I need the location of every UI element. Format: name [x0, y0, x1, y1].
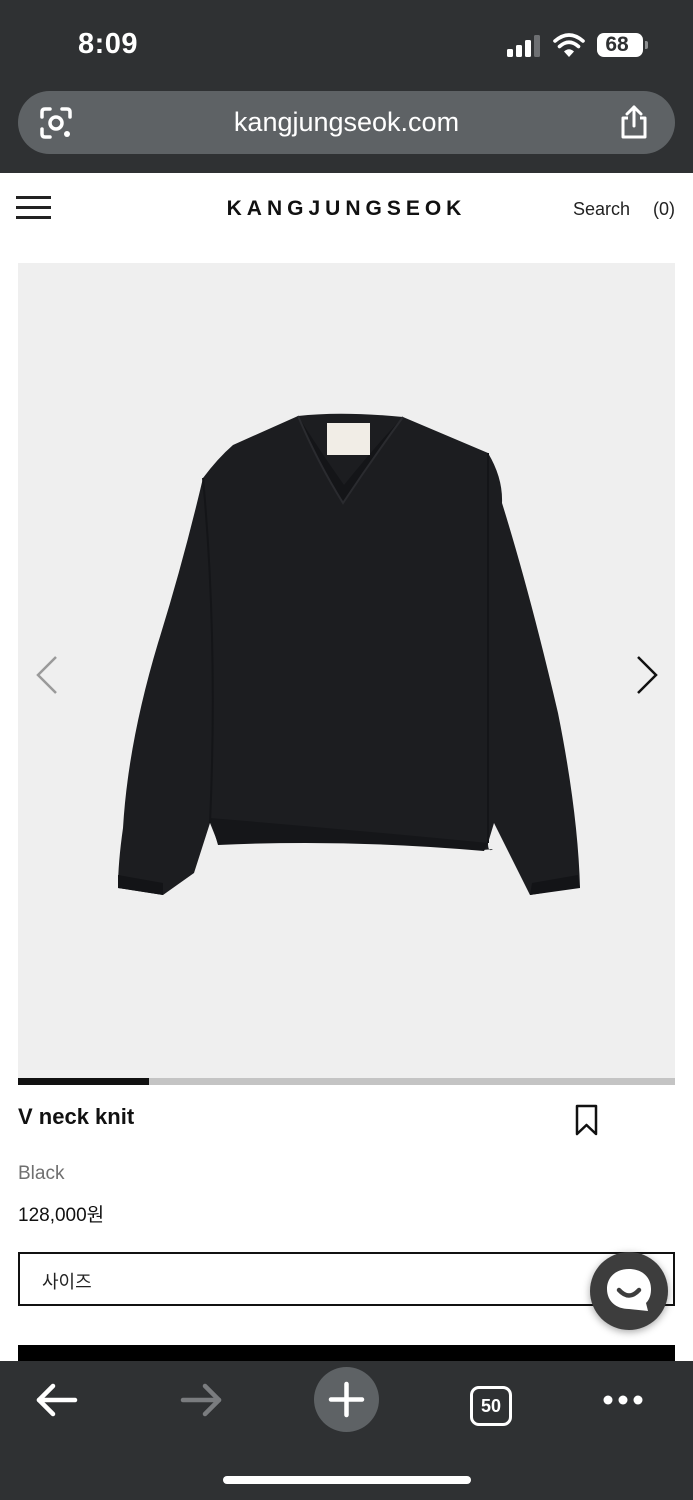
signal-icon [507, 35, 543, 57]
status-time: 8:09 [78, 28, 139, 60]
new-tab-button[interactable] [314, 1367, 379, 1432]
cart-link[interactable]: (0) [653, 199, 675, 220]
back-button[interactable] [24, 1373, 90, 1439]
share-icon[interactable] [616, 104, 652, 140]
more-button[interactable] [590, 1373, 656, 1439]
battery-icon: 68 [597, 33, 643, 57]
plus-icon [328, 1381, 365, 1418]
forward-icon [180, 1383, 222, 1417]
chat-button[interactable] [590, 1252, 668, 1330]
size-select-label: 사이즈 [42, 1272, 92, 1292]
next-image-icon[interactable] [632, 653, 662, 697]
gallery-progress-track [18, 1078, 675, 1085]
tabs-button[interactable]: 50 [458, 1373, 524, 1439]
home-indicator [223, 1476, 471, 1484]
size-select[interactable]: 사이즈 [18, 1252, 675, 1306]
more-icon [603, 1395, 643, 1405]
site-header: KANGJUNGSEOK Search (0) [0, 173, 693, 245]
bookmark-icon[interactable] [574, 1104, 599, 1137]
battery-nub [645, 41, 648, 49]
menu-icon[interactable] [16, 196, 51, 220]
product-price: 128,000원 [18, 1205, 105, 1226]
product-gallery[interactable] [18, 263, 675, 1078]
product-color: Black [18, 1163, 65, 1184]
wifi-icon [553, 33, 585, 57]
chat-icon [607, 1269, 651, 1311]
search-link[interactable]: Search [573, 199, 630, 220]
back-icon [36, 1383, 78, 1417]
tabs-icon: 50 [470, 1386, 512, 1426]
gallery-progress-fill [18, 1078, 150, 1085]
product-name: V neck knit [18, 1104, 135, 1129]
url-text[interactable]: kangjungseok.com [18, 91, 675, 154]
product-image [118, 413, 580, 895]
prev-image-icon[interactable] [32, 653, 62, 697]
battery-level: 68 [605, 33, 629, 56]
browser-top-chrome: 8:09 68 kangjungseok.com [0, 0, 693, 173]
forward-button[interactable] [168, 1373, 234, 1439]
url-bar[interactable]: kangjungseok.com [18, 91, 675, 154]
